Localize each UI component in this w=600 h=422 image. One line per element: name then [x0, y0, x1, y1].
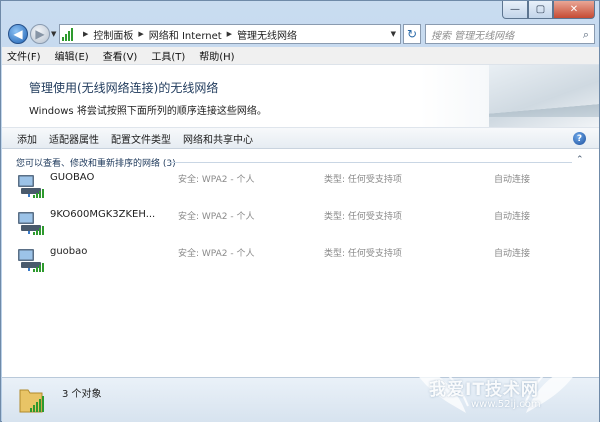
- breadcrumb-control-panel[interactable]: 控制面板: [93, 27, 133, 42]
- network-security: 安全: WPA2 - 个人: [178, 212, 255, 222]
- profile-type-button[interactable]: 配置文件类型: [111, 131, 171, 146]
- explorer-window: — ▢ ✕ ◀ ▶ ▼ ▶ 控制面板 ▶ 网络和 Internet ▶ 管理无线…: [0, 0, 600, 422]
- search-input[interactable]: 搜索 管理无线网络 ⌕: [425, 24, 595, 44]
- breadcrumb-chevron-icon[interactable]: ▶: [138, 30, 143, 38]
- add-button[interactable]: 添加: [17, 131, 37, 146]
- adapter-properties-button[interactable]: 适配器属性: [49, 131, 99, 146]
- watermark-url: www.52ij.com: [471, 399, 541, 410]
- collapse-group-icon[interactable]: ⌃: [576, 155, 584, 165]
- menu-bar: 文件(F) 编辑(E) 查看(V) 工具(T) 帮助(H): [2, 47, 599, 65]
- network-connect-mode: 自动连接: [494, 249, 531, 259]
- page-header: 管理使用(无线网络连接)的无线网络 Windows 将尝试按照下面所列的顺序连接…: [2, 65, 599, 127]
- network-icon: [62, 27, 78, 41]
- close-icon[interactable]: ✕: [553, 1, 595, 19]
- list-item[interactable]: 9KO600MGK3ZKEH... 安全: WPA2 - 个人 类型: 任何受支…: [16, 209, 576, 245]
- page-description: Windows 将尝试按照下面所列的顺序连接这些网络。: [29, 106, 267, 117]
- network-type: 类型: 任何受支持项: [324, 175, 402, 185]
- wireless-network-icon: [18, 175, 44, 198]
- wireless-folder-icon: [19, 389, 44, 413]
- network-security: 安全: WPA2 - 个人: [178, 249, 255, 259]
- recent-pages-dropdown-icon[interactable]: ▼: [51, 30, 56, 38]
- breadcrumb-network-internet[interactable]: 网络和 Internet: [149, 27, 222, 42]
- list-item[interactable]: guobao 安全: WPA2 - 个人 类型: 任何受支持项 自动连接: [16, 246, 576, 282]
- back-arrow-icon[interactable]: ◀: [8, 24, 28, 44]
- help-icon[interactable]: ?: [573, 132, 586, 145]
- minimize-icon[interactable]: —: [502, 1, 528, 19]
- network-type: 类型: 任何受支持项: [324, 212, 402, 222]
- address-dropdown-icon[interactable]: ▼: [391, 30, 396, 38]
- wireless-network-icon: [18, 249, 44, 272]
- group-header[interactable]: 您可以查看、修改和重新排序的网络 (3): [16, 156, 176, 169]
- breadcrumb-manage-wireless[interactable]: 管理无线网络: [237, 27, 297, 42]
- network-connect-mode: 自动连接: [494, 175, 531, 185]
- address-bar[interactable]: ▶ 控制面板 ▶ 网络和 Internet ▶ 管理无线网络 ▼: [59, 24, 401, 44]
- group-divider: [168, 162, 572, 163]
- status-item-count: 3 个对象: [62, 389, 102, 400]
- page-title: 管理使用(无线网络连接)的无线网络: [29, 81, 219, 95]
- network-connect-mode: 自动连接: [494, 212, 531, 222]
- command-bar: 添加 适配器属性 配置文件类型 网络和共享中心 ?: [2, 127, 599, 149]
- menu-help[interactable]: 帮助(H): [199, 48, 234, 63]
- refresh-icon[interactable]: ↻: [403, 24, 421, 44]
- menu-view[interactable]: 查看(V): [103, 48, 138, 63]
- network-sharing-center-button[interactable]: 网络和共享中心: [183, 131, 253, 146]
- search-icon[interactable]: ⌕: [583, 28, 589, 42]
- forward-arrow-icon[interactable]: ▶: [30, 24, 50, 44]
- header-decoration: [489, 65, 599, 127]
- wireless-network-icon: [18, 212, 44, 235]
- network-security: 安全: WPA2 - 个人: [178, 175, 255, 185]
- network-type: 类型: 任何受支持项: [324, 249, 402, 259]
- window-controls: — ▢ ✕: [502, 1, 595, 19]
- menu-edit[interactable]: 编辑(E): [55, 48, 89, 63]
- network-name: 9KO600MGK3ZKEH...: [50, 209, 156, 220]
- network-name: guobao: [50, 246, 88, 257]
- maximize-icon[interactable]: ▢: [528, 1, 553, 19]
- breadcrumb-chevron-icon[interactable]: ▶: [83, 30, 88, 38]
- network-name: GUOBAO: [50, 172, 95, 183]
- list-item[interactable]: GUOBAO 安全: WPA2 - 个人 类型: 任何受支持项 自动连接: [16, 172, 576, 208]
- title-bar: — ▢ ✕: [1, 1, 600, 21]
- breadcrumb-chevron-icon[interactable]: ▶: [227, 30, 232, 38]
- search-placeholder: 搜索 管理无线网络: [431, 30, 515, 42]
- watermark-text: 我爱IT技术网: [429, 380, 539, 400]
- content-panel: 管理使用(无线网络连接)的无线网络 Windows 将尝试按照下面所列的顺序连接…: [2, 65, 599, 377]
- menu-tools[interactable]: 工具(T): [151, 48, 185, 63]
- menu-file[interactable]: 文件(F): [7, 48, 41, 63]
- navigation-bar: ◀ ▶ ▼ ▶ 控制面板 ▶ 网络和 Internet ▶ 管理无线网络 ▼ ↻…: [1, 21, 600, 47]
